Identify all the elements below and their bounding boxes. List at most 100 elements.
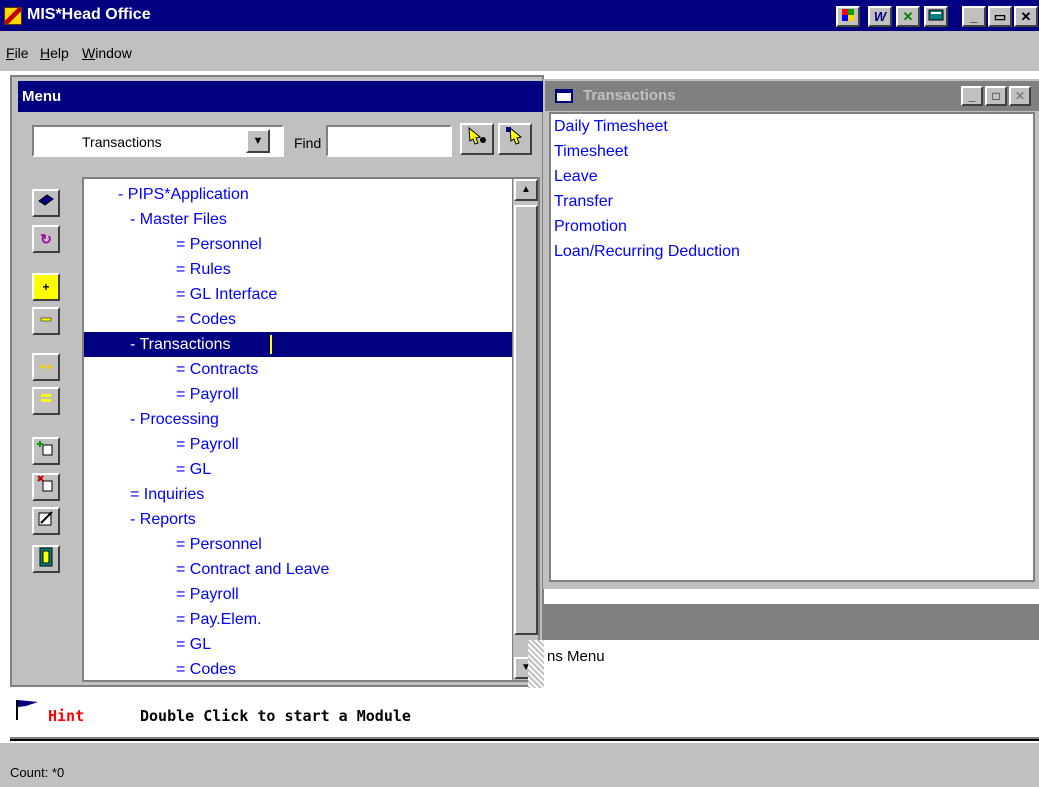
delete-item-icon[interactable]	[32, 473, 60, 501]
list-item-loan[interactable]: Loan/Recurring Deduction	[554, 243, 740, 261]
trans-maximize-button[interactable]: □	[985, 86, 1007, 106]
hint-label: Hint	[48, 707, 85, 725]
background-window-text: ns Menu	[547, 648, 605, 665]
background-window-titlebar	[543, 604, 1039, 640]
module-select-value: Transactions	[82, 134, 162, 150]
office-icon[interactable]	[836, 6, 860, 27]
tree-item-label: = Payroll	[176, 386, 239, 403]
tree-item[interactable]: = Personnel	[84, 232, 512, 257]
trans-close-button[interactable]: ✕	[1009, 86, 1031, 106]
edit-icon[interactable]	[32, 507, 60, 535]
transactions-list: Daily Timesheet Timesheet Leave Transfer…	[549, 112, 1035, 582]
divider	[10, 737, 1039, 741]
tree-item-label: = Contracts	[176, 361, 259, 378]
hint-text: Double Click to start a Module	[140, 707, 411, 725]
expand-all-icon[interactable]: ++	[32, 353, 60, 381]
status-count: Count: *0	[10, 765, 65, 780]
tree-item-label: - PIPS*Application	[118, 186, 249, 203]
menubar: File Help Window	[0, 31, 1039, 71]
list-item-daily-timesheet[interactable]: Daily Timesheet	[554, 118, 668, 136]
tree-item-label: - Master Files	[130, 211, 227, 228]
find-icon[interactable]	[498, 123, 532, 155]
expand-icon[interactable]: +	[32, 273, 60, 301]
find-input[interactable]	[326, 125, 452, 157]
app-icon	[4, 7, 22, 25]
tree-item-label: - Reports	[130, 511, 196, 528]
refresh-icon[interactable]: ↻	[32, 225, 60, 253]
tree-item-label: = Codes	[176, 311, 237, 328]
tree-item[interactable]: - Master Files	[84, 207, 512, 232]
word-icon[interactable]: W	[868, 6, 892, 27]
tree-item[interactable]: = Contract and Leave	[84, 557, 512, 582]
tree-item-label: = Payroll	[176, 436, 239, 453]
flag-icon	[14, 698, 40, 720]
minimize-button[interactable]: _	[962, 6, 986, 27]
book-icon[interactable]	[32, 189, 60, 217]
tree-item-label: = GL	[176, 636, 212, 653]
menu-window: Menu Transactions ▼ Find ↻ + ++ - PIPS*A…	[10, 75, 546, 687]
menu-window-title: Menu	[18, 81, 546, 112]
list-item-promotion[interactable]: Promotion	[554, 218, 627, 236]
scroll-up-icon[interactable]: ▲	[514, 179, 538, 201]
find-label: Find	[294, 135, 322, 151]
tree-item[interactable]: = Payroll	[84, 382, 512, 407]
window-icon	[555, 89, 573, 103]
collapse-icon[interactable]	[32, 307, 60, 335]
transactions-window: Transactions _ □ ✕ Daily Timesheet Times…	[543, 79, 1039, 589]
tree-item[interactable]: = Payroll	[84, 582, 512, 607]
access-icon[interactable]	[924, 6, 948, 27]
text-caret	[270, 335, 272, 354]
tree-item[interactable]: = GL	[84, 632, 512, 657]
menu-help-label: Help	[40, 45, 69, 61]
tree-item[interactable]: = GL	[84, 457, 512, 482]
tree-item[interactable]: = Inquiries	[84, 482, 512, 507]
tree-item-label: = GL	[176, 461, 212, 478]
status-bar: Count: *0	[0, 743, 1039, 787]
collapse-all-icon[interactable]	[32, 387, 60, 415]
module-select[interactable]: Transactions ▼	[32, 125, 284, 157]
tree-item-label: = Rules	[176, 261, 231, 278]
tree-item[interactable]: - Reports	[84, 507, 512, 532]
tree-item[interactable]: = Rules	[84, 257, 512, 282]
tree-item[interactable]: = Contracts	[84, 357, 512, 382]
resize-grip[interactable]	[528, 640, 544, 688]
find-next-icon[interactable]	[460, 123, 494, 155]
tree-item-label: - Transactions	[130, 336, 231, 353]
app-titlebar: MIS*Head Office W ✕ _ ▭ ✕	[0, 0, 1039, 31]
app-title: MIS*Head Office	[27, 6, 151, 23]
tree-item[interactable]: - Processing	[84, 407, 512, 432]
excel-icon[interactable]: ✕	[896, 6, 920, 27]
tree-item-label: = Payroll	[176, 586, 239, 603]
menu-file-label: File	[6, 45, 29, 61]
menu-file[interactable]: File	[6, 45, 29, 61]
list-item-timesheet[interactable]: Timesheet	[554, 143, 628, 161]
chevron-down-icon[interactable]: ▼	[246, 129, 270, 153]
scroll-thumb[interactable]	[514, 205, 538, 635]
tree-item[interactable]: = Personnel	[84, 532, 512, 557]
tree-item-label: = Personnel	[176, 236, 262, 253]
tree-item-label: = Pay.Elem.	[176, 611, 262, 628]
tree-item-label: = GL Interface	[176, 286, 278, 303]
menu-help[interactable]: Help	[40, 45, 69, 61]
add-item-icon[interactable]	[32, 437, 60, 465]
module-tree[interactable]: - PIPS*Application - Master Files = Person…	[82, 177, 540, 682]
trans-minimize-button[interactable]: _	[961, 86, 983, 106]
close-button[interactable]: ✕	[1014, 6, 1038, 27]
tree-item-label: = Personnel	[176, 536, 262, 553]
tree-item[interactable]: - PIPS*Application	[84, 182, 512, 207]
tree-item-label: = Codes	[176, 661, 237, 678]
list-item-transfer[interactable]: Transfer	[554, 193, 613, 211]
tree-item[interactable]: = Pay.Elem.	[84, 607, 512, 632]
tree-item[interactable]: = Codes	[84, 307, 512, 332]
tree-item-label: = Contract and Leave	[176, 561, 330, 578]
menu-window[interactable]: Window	[82, 45, 132, 61]
tree-item[interactable]: = Codes	[84, 657, 512, 680]
tree-item-label: = Inquiries	[130, 486, 205, 503]
tree-item[interactable]: = GL Interface	[84, 282, 512, 307]
tree-item[interactable]: = Payroll	[84, 432, 512, 457]
restore-button[interactable]: ▭	[988, 6, 1012, 27]
tree-item[interactable]: - Transactions	[84, 332, 512, 357]
list-item-leave[interactable]: Leave	[554, 168, 598, 186]
tree-scrollbar[interactable]: ▲ ▼	[512, 179, 538, 680]
exit-door-icon[interactable]	[32, 545, 60, 573]
